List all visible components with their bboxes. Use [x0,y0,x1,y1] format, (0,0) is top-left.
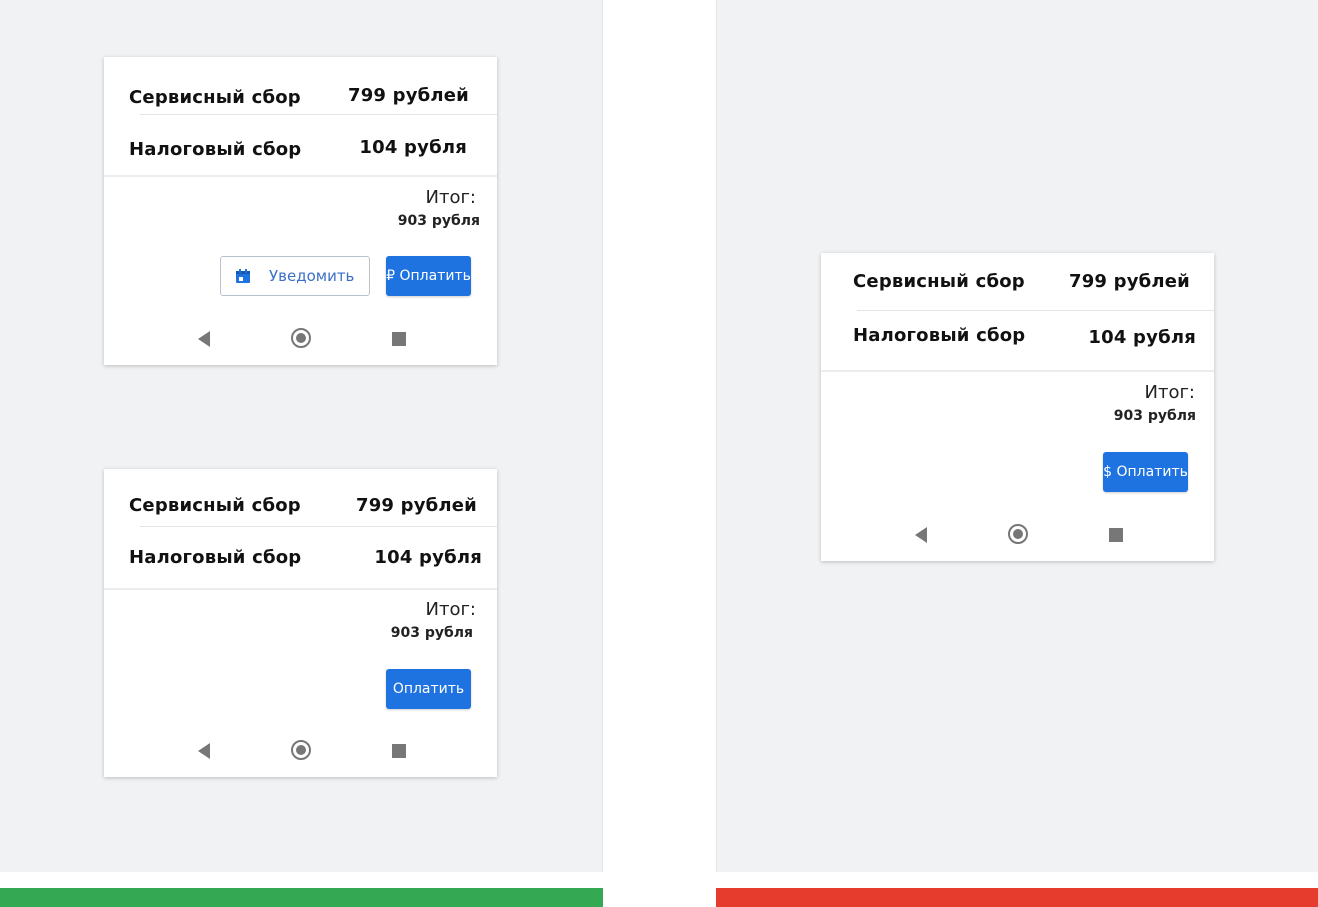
payment-card: Сервисный сбор 799 рублей Налоговый сбор… [104,469,497,777]
notify-button[interactable]: Уведомить [220,256,370,296]
total-value: 903 рубля [1113,408,1196,424]
service-fee-label: Сервисный сбор [129,87,301,108]
android-nav-bar [104,739,497,763]
tax-fee-label: Налоговый сбор [129,547,302,568]
android-nav-bar [821,523,1214,547]
payment-card: Сервисный сбор 799 рублей Налоговый сбор… [104,57,497,365]
section-divider [104,588,497,590]
tax-fee-label: Налоговый сбор [129,139,302,160]
service-fee-row: Сервисный сбор 799 рублей [104,483,497,535]
tax-fee-row: Налоговый сбор 104 рубля [104,123,497,175]
pay-button[interactable]: Оплатить [386,669,471,709]
service-fee-row: Сервисный сбор 799 рублей [104,71,497,123]
tax-fee-value: 104 рубля [359,137,467,158]
home-icon[interactable] [291,740,311,760]
back-icon[interactable] [198,331,210,347]
pay-button[interactable]: ₽ Оплатить [386,256,471,296]
good-indicator-strip [0,888,603,907]
row-divider [140,114,497,115]
service-fee-label: Сервисный сбор [853,271,1025,292]
recent-apps-icon[interactable] [392,332,406,346]
notify-label: Уведомить [269,267,355,285]
bad-indicator-strip [716,888,1318,907]
home-icon[interactable] [291,328,311,348]
tax-fee-row: Налоговый сбор 104 рубля [821,319,1214,371]
row-divider [857,310,1214,311]
total-label: Итог: [425,187,476,208]
service-fee-label: Сервисный сбор [129,495,301,516]
tax-fee-value: 104 рубля [374,547,482,568]
service-fee-value: 799 рублей [1068,271,1190,292]
total-label: Итог: [1144,382,1195,403]
back-icon[interactable] [198,743,210,759]
section-divider [104,175,497,177]
back-icon[interactable] [915,527,927,543]
section-divider [821,370,1214,372]
recent-apps-icon[interactable] [392,744,406,758]
total-value: 903 рубля [397,213,480,229]
tax-fee-row: Налоговый сбор 104 рубля [104,535,497,587]
total-value: 903 рубля [390,625,473,641]
recent-apps-icon[interactable] [1109,528,1123,542]
payment-card: Сервисный сбор 799 рублей Налоговый сбор… [821,253,1214,561]
service-fee-value: 799 рублей [347,85,469,106]
calendar-icon [235,268,251,284]
service-fee-value: 799 рублей [355,495,477,516]
service-fee-row: Сервисный сбор 799 рублей [821,267,1214,319]
tax-fee-label: Налоговый сбор [853,325,1026,346]
tax-fee-value: 104 рубля [1088,327,1196,348]
total-label: Итог: [425,599,476,620]
home-icon[interactable] [1008,524,1028,544]
android-nav-bar [104,327,497,351]
pay-button[interactable]: $ Оплатить [1103,452,1188,492]
row-divider [140,526,497,527]
